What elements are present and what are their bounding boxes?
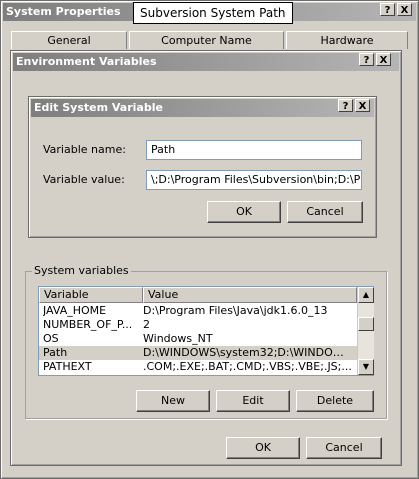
table-row-selected[interactable]: Path D:\WINDOWS\system32;D:\WINDOWS;... <box>39 346 357 360</box>
system-properties-title: System Properties <box>6 5 121 18</box>
variable-cell: JAVA_HOME <box>43 304 107 317</box>
table-row[interactable]: JAVA_HOME D:\Program Files\Java\jdk1.6.0… <box>39 304 357 318</box>
variable-value-label: Variable value: <box>43 173 125 186</box>
value-cell: D:\WINDOWS\system32;D:\WINDOWS;... <box>143 346 353 359</box>
column-header-value[interactable]: Value <box>143 287 357 303</box>
variable-name-field[interactable]: Path <box>146 140 362 160</box>
scroll-up-icon[interactable]: ▲ <box>358 287 374 303</box>
help-button[interactable]: ? <box>338 99 353 112</box>
help-button[interactable]: ? <box>359 53 374 66</box>
cancel-button[interactable]: Cancel <box>287 201 363 223</box>
variable-value-field[interactable]: \;D:\Program Files\Subversion\bin;D:\Pro… <box>146 170 362 190</box>
environment-variables-titlebar: Environment Variables <box>13 53 399 71</box>
vertical-scrollbar[interactable]: ▲ ▼ <box>357 287 374 375</box>
table-row[interactable]: PATHEXT .COM;.EXE;.BAT;.CMD;.VBS;.VBE;.J… <box>39 360 357 374</box>
tooltip: Subversion System Path <box>133 2 293 24</box>
variable-cell: PATHEXT <box>43 360 92 373</box>
close-button[interactable]: X <box>355 99 370 112</box>
system-variables-label: System variables <box>32 264 131 277</box>
help-button[interactable]: ? <box>380 3 395 16</box>
environment-variables-title: Environment Variables <box>16 55 157 68</box>
tab-general[interactable]: General <box>11 31 127 49</box>
value-cell: D:\Program Files\Java\jdk1.6.0_13 <box>143 304 328 317</box>
scroll-thumb[interactable] <box>358 317 374 331</box>
variable-cell: OS <box>43 332 59 345</box>
delete-button[interactable]: Delete <box>296 390 374 412</box>
variable-cell: NUMBER_OF_P... <box>43 318 133 331</box>
table-row[interactable]: NUMBER_OF_P... 2 <box>39 318 357 332</box>
edit-system-variable-titlebar: Edit System Variable <box>31 99 374 117</box>
scroll-down-icon[interactable]: ▼ <box>358 359 374 375</box>
ok-button[interactable]: OK <box>226 437 300 459</box>
close-button[interactable]: X <box>376 53 391 66</box>
system-variables-group: System variables Variable Value JAVA_HOM… <box>25 264 387 419</box>
value-cell: 2 <box>143 318 150 331</box>
close-button[interactable]: X <box>397 3 412 16</box>
edit-system-variable-title: Edit System Variable <box>34 101 163 114</box>
edit-system-variable-dialog: Edit System Variable ? X Variable name: … <box>28 96 377 238</box>
edit-button[interactable]: Edit <box>216 390 290 412</box>
value-cell: .COM;.EXE;.BAT;.CMD;.VBS;.VBE;.JS;... <box>143 360 352 373</box>
tab-computer-name[interactable]: Computer Name <box>129 31 284 49</box>
system-variables-list[interactable]: Variable Value JAVA_HOME D:\Program File… <box>38 286 374 376</box>
tab-hardware[interactable]: Hardware <box>286 31 408 49</box>
column-header-variable[interactable]: Variable <box>39 287 143 303</box>
cancel-button[interactable]: Cancel <box>306 437 382 459</box>
variable-name-label: Variable name: <box>43 143 126 156</box>
new-button[interactable]: New <box>136 390 210 412</box>
table-row[interactable]: OS Windows_NT <box>39 332 357 346</box>
ok-button[interactable]: OK <box>207 201 281 223</box>
variable-cell: Path <box>43 346 68 359</box>
value-cell: Windows_NT <box>143 332 213 345</box>
